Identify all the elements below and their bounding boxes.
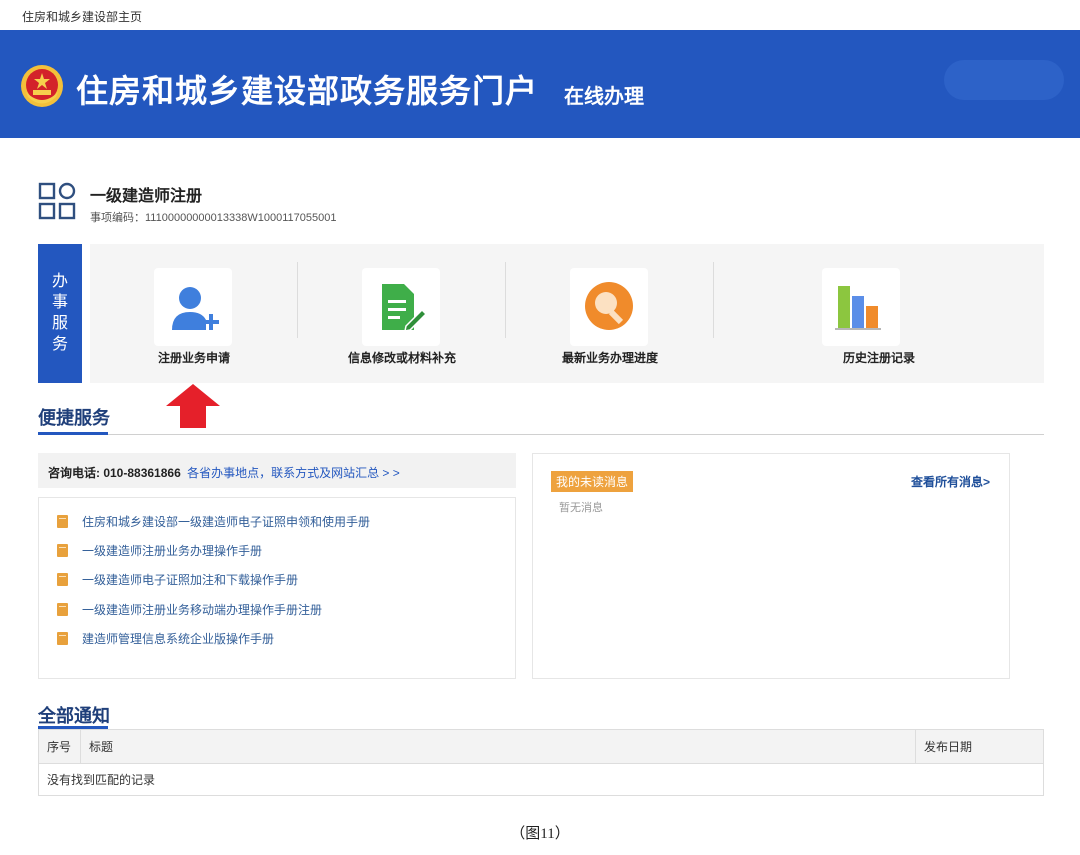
manual-link[interactable]: 建造师管理信息系统企业版操作手册 (57, 630, 274, 647)
no-messages-text: 暂无消息 (559, 502, 603, 514)
service-progress[interactable]: 最新业务办理进度 (506, 244, 714, 383)
topbar: 住房和城乡建设部主页 (0, 0, 1080, 30)
manual-link-text: 一级建造师注册业务办理操作手册 (82, 544, 263, 558)
manual-link-text: 一级建造师电子证照加注和下载操作手册 (82, 573, 299, 587)
table-header-row: 序号 标题 发布日期 (38, 729, 1044, 764)
banner: 住房和城乡建设部政务服务门户 在线办理 (0, 30, 1080, 138)
item-code: 事项编码：11100000000013338W1000117055001 (90, 212, 337, 224)
unread-messages-tab[interactable]: 我的未读消息 (551, 471, 634, 492)
home-link[interactable]: 住房和城乡建设部主页 (22, 8, 142, 25)
section-divider (38, 434, 1044, 435)
service-icon-box (822, 268, 900, 346)
portal-subtitle: 在线办理 (564, 86, 644, 108)
book-icon (57, 573, 68, 586)
service-icon-box (154, 268, 232, 346)
quick-services-title: 便捷服务 (38, 408, 110, 428)
manual-link[interactable]: 一级建造师电子证照加注和下载操作手册 (57, 571, 298, 588)
book-icon (57, 603, 68, 616)
services-label-char: 服 (51, 315, 68, 332)
service-label: 信息修改或材料补充 (347, 351, 456, 365)
services-label-char: 务 (51, 336, 68, 353)
manual-link-text: 住房和城乡建设部一级建造师电子证照申领和使用手册 (82, 515, 371, 529)
services-label-char: 事 (51, 294, 68, 311)
section-underline (38, 432, 108, 435)
col-date: 发布日期 (915, 729, 1044, 764)
add-user-icon (172, 287, 219, 330)
grid-apps-icon (38, 182, 76, 220)
contact-bar: 咨询电话: 010-88361866 各省办事地点，联系方式及网站汇总 > > (38, 453, 516, 488)
col-index: 序号 (38, 729, 81, 764)
table-row: 没有找到匹配的记录 (39, 764, 1044, 796)
service-history[interactable]: 历史注册记录 (714, 244, 1044, 383)
manual-link[interactable]: 住房和城乡建设部一级建造师电子证照申领和使用手册 (57, 513, 370, 530)
manual-link[interactable]: 一级建造师注册业务办理操作手册 (57, 542, 262, 559)
service-info-modify[interactable]: 信息修改或材料补充 (298, 244, 506, 383)
empty-records-text: 没有找到匹配的记录 (47, 773, 156, 787)
notices-title: 全部通知 (38, 706, 110, 726)
contact-phone: 咨询电话: 010-88361866 (48, 466, 181, 480)
service-register-apply[interactable]: 注册业务申请 (90, 244, 298, 383)
services-label-char: 办 (51, 273, 68, 290)
manual-link-text: 一级建造师注册业务移动端办理操作手册注册 (82, 603, 323, 617)
view-all-messages-link[interactable]: 查看所有消息> (911, 473, 990, 490)
book-icon (57, 632, 68, 645)
user-pill[interactable] (944, 60, 1064, 100)
manual-links-box: 住房和城乡建设部一级建造师电子证照申领和使用手册 一级建造师注册业务办理操作手册… (38, 497, 516, 679)
portal-title: 住房和城乡建设部政务服务门户 (76, 73, 539, 109)
bar-chart-icon (835, 286, 881, 330)
manual-link[interactable]: 一级建造师注册业务移动端办理操作手册注册 (57, 601, 322, 618)
national-emblem-icon (21, 65, 63, 107)
book-icon (57, 515, 68, 528)
services-panel: 注册业务申请 信息修改或材料补充 最新业务办理进度 历史注册记录 (90, 244, 1044, 383)
figure-caption: （图11） (510, 826, 570, 842)
book-icon (57, 544, 68, 557)
services-label: 办 事 服 务 (38, 244, 82, 383)
service-label: 历史注册记录 (842, 351, 915, 365)
contact-summary-link[interactable]: 各省办事地点，联系方式及网站汇总 > > (187, 466, 400, 480)
service-label: 注册业务申请 (157, 351, 230, 365)
search-icon (585, 282, 633, 330)
manual-link-text: 建造师管理信息系统企业版操作手册 (82, 632, 275, 646)
service-icon-box (570, 268, 648, 346)
notices-table: 序号 标题 发布日期 没有找到匹配的记录 (38, 729, 1044, 796)
red-up-arrow-icon (166, 384, 220, 428)
service-label: 最新业务办理进度 (561, 351, 658, 365)
col-title: 标题 (80, 729, 916, 764)
service-icon-box (362, 268, 440, 346)
edit-document-icon (382, 284, 428, 332)
messages-box: 我的未读消息 查看所有消息> 暂无消息 (532, 453, 1010, 679)
item-title: 一级建造师注册 (90, 188, 203, 205)
